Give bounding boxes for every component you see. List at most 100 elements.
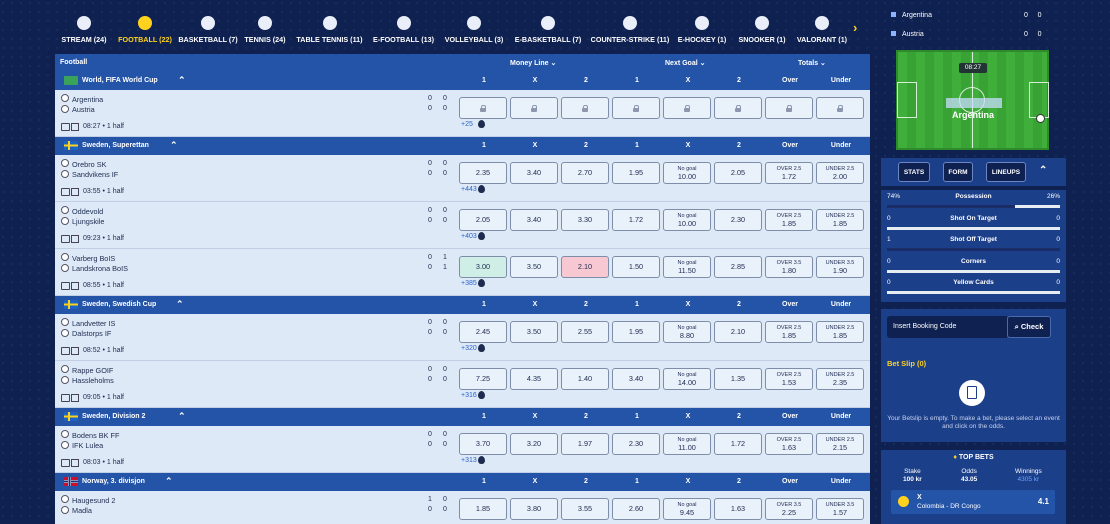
odds-button[interactable]: 3.70 [459,433,507,455]
odds-button[interactable]: 1.95 [612,321,660,343]
odds-button[interactable]: 2.35 [459,162,507,184]
chevron-up-icon[interactable]: ⌃ [1039,165,1047,176]
odds-button[interactable]: OVER 2.5 1.53 [765,368,813,390]
odds-button[interactable]: OVER 2.5 1.72 [765,162,813,184]
odds-button[interactable]: UNDER 2.5 1.85 [816,209,864,231]
away-team[interactable]: Dalstorps IF [72,329,111,338]
odds-button[interactable] [816,97,864,119]
odds-button[interactable]: 3.00 [459,256,507,278]
odds-button[interactable]: 2.60 [612,498,660,520]
home-team[interactable]: Orebro SK [72,160,106,169]
odds-button[interactable] [663,97,711,119]
odds-button[interactable]: 2.30 [714,209,762,231]
away-team[interactable]: Hassleholms [72,376,114,385]
group-header[interactable]: Sweden, Division 2 ⌃ 1 X 2 1 X 2 Over Under [55,408,870,426]
odds-button[interactable]: OVER 3.5 1.80 [765,256,813,278]
odds-button[interactable]: No goal 9.45 [663,498,711,520]
odds-button[interactable]: UNDER 3.5 1.90 [816,256,864,278]
chevron-up-icon[interactable]: ⌃ [170,141,178,150]
odds-button[interactable]: UNDER 2.5 2.35 [816,368,864,390]
star-icon[interactable] [61,282,70,290]
odds-button[interactable]: 4.35 [510,368,558,390]
odds-button[interactable]: 1.72 [714,433,762,455]
home-team[interactable]: Rappe GOIF [72,366,113,375]
tab-sport-5[interactable]: E-FOOTBALL (13) [368,12,439,48]
odds-button[interactable]: OVER 2.5 1.85 [765,209,813,231]
chevron-up-icon[interactable]: ⌃ [165,477,173,486]
tab-stats[interactable]: STATS [898,162,930,182]
star-icon[interactable] [61,459,70,467]
odds-button[interactable]: No goal 10.00 [663,162,711,184]
odds-button[interactable]: 3.50 [510,321,558,343]
home-team[interactable]: Argentina [72,95,103,104]
more-markets-link[interactable]: +313 [461,457,477,464]
odds-button[interactable]: 1.35 [714,368,762,390]
odds-button[interactable]: 1.63 [714,498,762,520]
more-markets-link[interactable]: +385 [461,280,477,287]
more-markets-link[interactable]: +403 [461,233,477,240]
star-icon[interactable] [61,235,70,243]
odds-button[interactable]: 3.40 [510,162,558,184]
home-team[interactable]: Oddevold [72,207,103,216]
odds-button[interactable]: 2.55 [561,321,609,343]
odds-button[interactable]: 2.05 [459,209,507,231]
odds-button[interactable]: 3.55 [561,498,609,520]
tab-sport-4[interactable]: TABLE TENNIS (11) [291,12,368,48]
home-team[interactable]: Bodens BK FF [72,431,119,440]
odds-button[interactable]: 3.20 [510,433,558,455]
home-team[interactable]: Landvetter IS [72,319,115,328]
odds-button[interactable]: 1.72 [612,209,660,231]
tab-form[interactable]: FORM [943,162,973,182]
away-team[interactable]: Madla [72,506,92,515]
odds-button[interactable]: 2.45 [459,321,507,343]
away-team[interactable]: Ljungskile [72,217,104,226]
away-team[interactable]: IFK Lulea [72,441,103,450]
odds-button[interactable] [765,97,813,119]
booking-code-input[interactable]: Insert Booking Code [887,316,1007,338]
odds-button[interactable]: UNDER 2.5 2.00 [816,162,864,184]
odds-button[interactable]: 2.05 [714,162,762,184]
odds-button[interactable]: 1.97 [561,433,609,455]
odds-button[interactable]: No goal 11.00 [663,433,711,455]
group-header[interactable]: Norway, 3. divisjon ⌃ 1 X 2 1 X 2 Over Under [55,473,870,491]
group-header[interactable]: Sweden, Superettan ⌃ 1 X 2 1 X 2 Over Under [55,137,870,155]
tab-sport-10[interactable]: SNOOKER (1) [731,12,793,48]
chevron-up-icon[interactable]: ⌃ [178,412,186,421]
odds-button[interactable] [510,97,558,119]
odds-button[interactable]: OVER 3.5 2.25 [765,498,813,520]
odds-button[interactable]: OVER 2.5 1.85 [765,321,813,343]
tab-sport-9[interactable]: E-HOCKEY (1) [673,12,731,48]
group-header[interactable]: World, FIFA World Cup ⌃ 1 X 2 1 X 2 Over Under [55,72,870,90]
check-button[interactable]: ⌕ Check [1007,316,1051,338]
group-header[interactable]: Sweden, Swedish Cup ⌃ 1 X 2 1 X 2 Over Under [55,296,870,314]
odds-button[interactable] [714,97,762,119]
money-line-dropdown[interactable]: Money Line ⌄ [510,59,556,67]
odds-button[interactable]: 3.50 [510,256,558,278]
star-icon[interactable] [61,123,70,131]
away-team[interactable]: Landskrona BoIS [72,264,128,273]
home-team[interactable]: Varberg BoIS [72,254,115,263]
odds-button[interactable]: 7.25 [459,368,507,390]
chevron-up-icon[interactable]: ⌃ [178,76,186,85]
odds-button[interactable]: No goal 8.80 [663,321,711,343]
odds-button[interactable]: 1.50 [612,256,660,278]
odds-button[interactable]: 2.30 [612,433,660,455]
tab-sport-1[interactable]: FOOTBALL (22) [113,12,177,48]
totals-dropdown[interactable]: Totals ⌄ [798,59,826,67]
odds-button[interactable]: 1.40 [561,368,609,390]
odds-button[interactable] [612,97,660,119]
odds-button[interactable]: 3.30 [561,209,609,231]
odds-button[interactable]: 3.40 [612,368,660,390]
star-icon[interactable] [61,394,70,402]
odds-button[interactable] [561,97,609,119]
top-bet-item[interactable]: X Colombia - DR Congo 4.1 [891,490,1055,514]
odds-button[interactable]: 2.70 [561,162,609,184]
more-markets-link[interactable]: +316 [461,392,477,399]
tab-sport-11[interactable]: VALORANT (1) [793,12,851,48]
odds-button[interactable]: 3.80 [510,498,558,520]
tab-sport-0[interactable]: STREAM (24) [55,12,113,48]
home-team[interactable]: Haugesund 2 [72,496,115,505]
odds-button[interactable]: 1.85 [459,498,507,520]
odds-button[interactable]: 3.40 [510,209,558,231]
away-team[interactable]: Austria [72,105,95,114]
